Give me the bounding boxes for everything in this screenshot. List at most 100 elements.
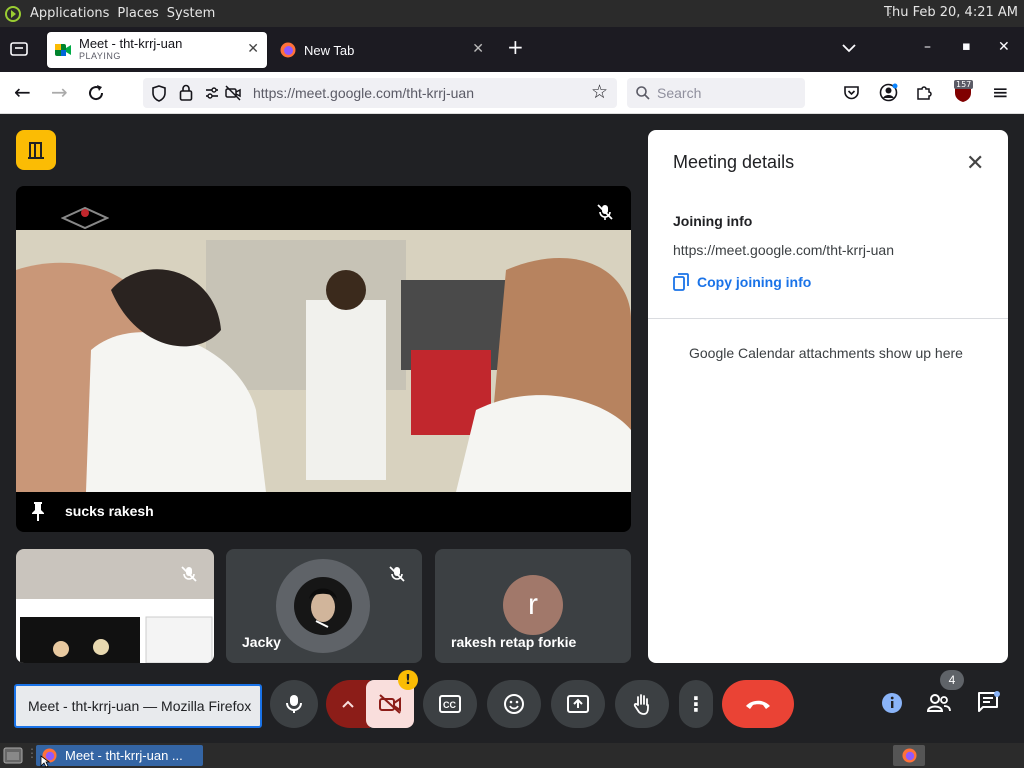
chat-icon[interactable] [977,691,1001,715]
present-screen-icon [567,695,589,713]
forward-arrow-icon[interactable]: → [51,80,68,104]
firefox-favicon-icon [280,42,296,58]
more-options-button[interactable]: ⋮ [679,680,713,728]
camera-options-button[interactable] [326,680,370,728]
door-icon [28,142,44,159]
close-tab-icon[interactable]: ✕ [472,40,484,57]
video-tile-jacky[interactable]: Jacky [226,549,422,663]
bookmark-star-icon[interactable]: ☆ [591,81,608,103]
workspace-switcher[interactable] [893,745,925,766]
present-screen-button[interactable] [551,680,605,728]
tab-list-icon[interactable] [10,41,28,57]
show-desktop-icon[interactable] [3,747,23,764]
maximize-window-icon[interactable]: ▪ [962,39,971,54]
pocket-icon[interactable] [843,84,860,101]
tab-new-tab-title: New Tab [304,42,355,58]
reload-icon[interactable] [87,84,105,102]
main-video-frame [16,230,631,492]
warning-badge: ! [398,670,418,690]
muted-mic-icon [597,204,613,220]
taskbar-window-title: Meet - tht-krrj-uan ... [65,748,183,763]
microphone-button[interactable] [270,680,318,728]
new-tab-plus-icon[interactable]: + [507,35,524,59]
svg-text:CC: CC [443,700,456,710]
joining-url: https://meet.google.com/tht-krrj-uan [673,242,894,258]
raise-hand-button[interactable] [615,680,669,728]
url-bar[interactable]: https://meet.google.com/tht-krrj-uan ☆ [143,78,617,108]
avatar [294,577,352,635]
tile-name-jacky: Jacky [242,634,281,650]
applications-menu-bar: Applications Places System [4,5,215,23]
extensions-puzzle-icon[interactable] [916,84,933,101]
muted-mic-icon [181,566,197,582]
main-video-tile[interactable]: sucks rakesh [16,186,631,532]
meet-favicon-icon [55,44,71,56]
lock-icon[interactable] [179,84,193,101]
emoji-icon [504,694,524,714]
meeting-details-panel: Meeting details ✕ Joining info https://m… [648,130,1008,663]
participants-count-badge: 4 [940,670,964,690]
distro-logo-icon[interactable] [4,5,22,23]
leave-call-button[interactable] [722,680,794,728]
tab-meet-title: Meet - tht-krrj-uan [79,36,183,51]
tile-name-rakesh: rakesh retap forkie [451,634,577,650]
hang-up-icon [746,700,770,709]
tab-strip: Meet - tht-krrj-uan PLAYING ✕ New Tab ✕ … [0,27,1024,72]
people-icon[interactable] [926,692,952,714]
emoji-reactions-button[interactable] [487,680,541,728]
captions-button[interactable]: CC [423,680,477,728]
pin-icon[interactable] [31,501,45,521]
top-panel: Applications Places System ⋮ Thu Feb 20,… [0,0,1024,27]
close-panel-icon[interactable]: ✕ [966,150,984,176]
chevron-up-icon [342,700,354,708]
firefox-icon [901,748,917,763]
tab-meet[interactable]: Meet - tht-krrj-uan PLAYING ✕ [47,32,267,68]
tracking-shield-icon[interactable] [151,85,167,102]
tab-new-tab[interactable]: New Tab ✕ [272,32,492,68]
divider [648,318,1008,319]
avatar-initial: r [503,575,563,635]
nav-bar: ← → https://meet.google.com/tht-krrj-uan… [0,72,1024,114]
account-icon[interactable] [879,83,898,102]
search-input[interactable]: Search [627,78,805,108]
channel-logo-icon [61,206,109,230]
microphone-icon [286,695,302,713]
video-tile-rakesh[interactable]: r rakesh retap forkie [435,549,631,663]
meeting-details-info-icon[interactable] [881,692,903,714]
search-icon [636,86,650,100]
host-controls-button[interactable] [16,130,56,170]
url-text[interactable]: https://meet.google.com/tht-krrj-uan [253,85,474,101]
copy-icon [673,273,689,291]
captions-icon: CC [439,695,461,713]
more-vert-icon: ⋮ [686,692,706,716]
tab-meet-playing-label: PLAYING [79,51,121,61]
taskbar-window-button[interactable]: Meet - tht-krrj-uan ... [36,745,203,766]
chevron-down-icon[interactable] [842,43,856,53]
camera-off-icon [379,694,401,714]
back-arrow-icon[interactable]: ← [14,80,31,104]
close-tab-icon[interactable]: ✕ [247,40,259,57]
panel-title: Meeting details [673,152,795,172]
muted-mic-icon [389,566,405,582]
menu-applications[interactable]: Applications [30,6,109,21]
attachments-placeholder-text: Google Calendar attachments show up here [689,345,963,361]
mouse-cursor-icon [40,755,50,768]
hamburger-menu-icon[interactable]: ≡ [992,80,1009,104]
window-tooltip: Meet - tht-krrj-uan — Mozilla Firefox [14,684,262,728]
meet-content: sucks rakesh Jacky r rakesh retap forkie… [0,114,1024,743]
search-placeholder: Search [657,85,702,101]
menu-system[interactable]: System [167,6,215,21]
minimize-window-icon[interactable]: – [924,39,931,55]
main-tile-name: sucks rakesh [65,503,154,519]
copy-joining-info-button[interactable]: Copy joining info [673,273,811,291]
permissions-icon[interactable] [205,86,219,100]
joining-info-heading: Joining info [673,213,753,229]
close-window-icon[interactable]: ✕ [998,39,1010,55]
menu-places[interactable]: Places [117,6,158,21]
copy-joining-info-label: Copy joining info [697,274,812,290]
raise-hand-icon [633,694,649,715]
camera-blocked-icon[interactable] [225,85,241,101]
bottom-panel: ⋮ Meet - tht-krrj-uan ... [0,743,1024,768]
clock[interactable]: Thu Feb 20, 4:21 AM [884,5,1018,20]
video-tile-screenshare[interactable] [16,549,214,663]
